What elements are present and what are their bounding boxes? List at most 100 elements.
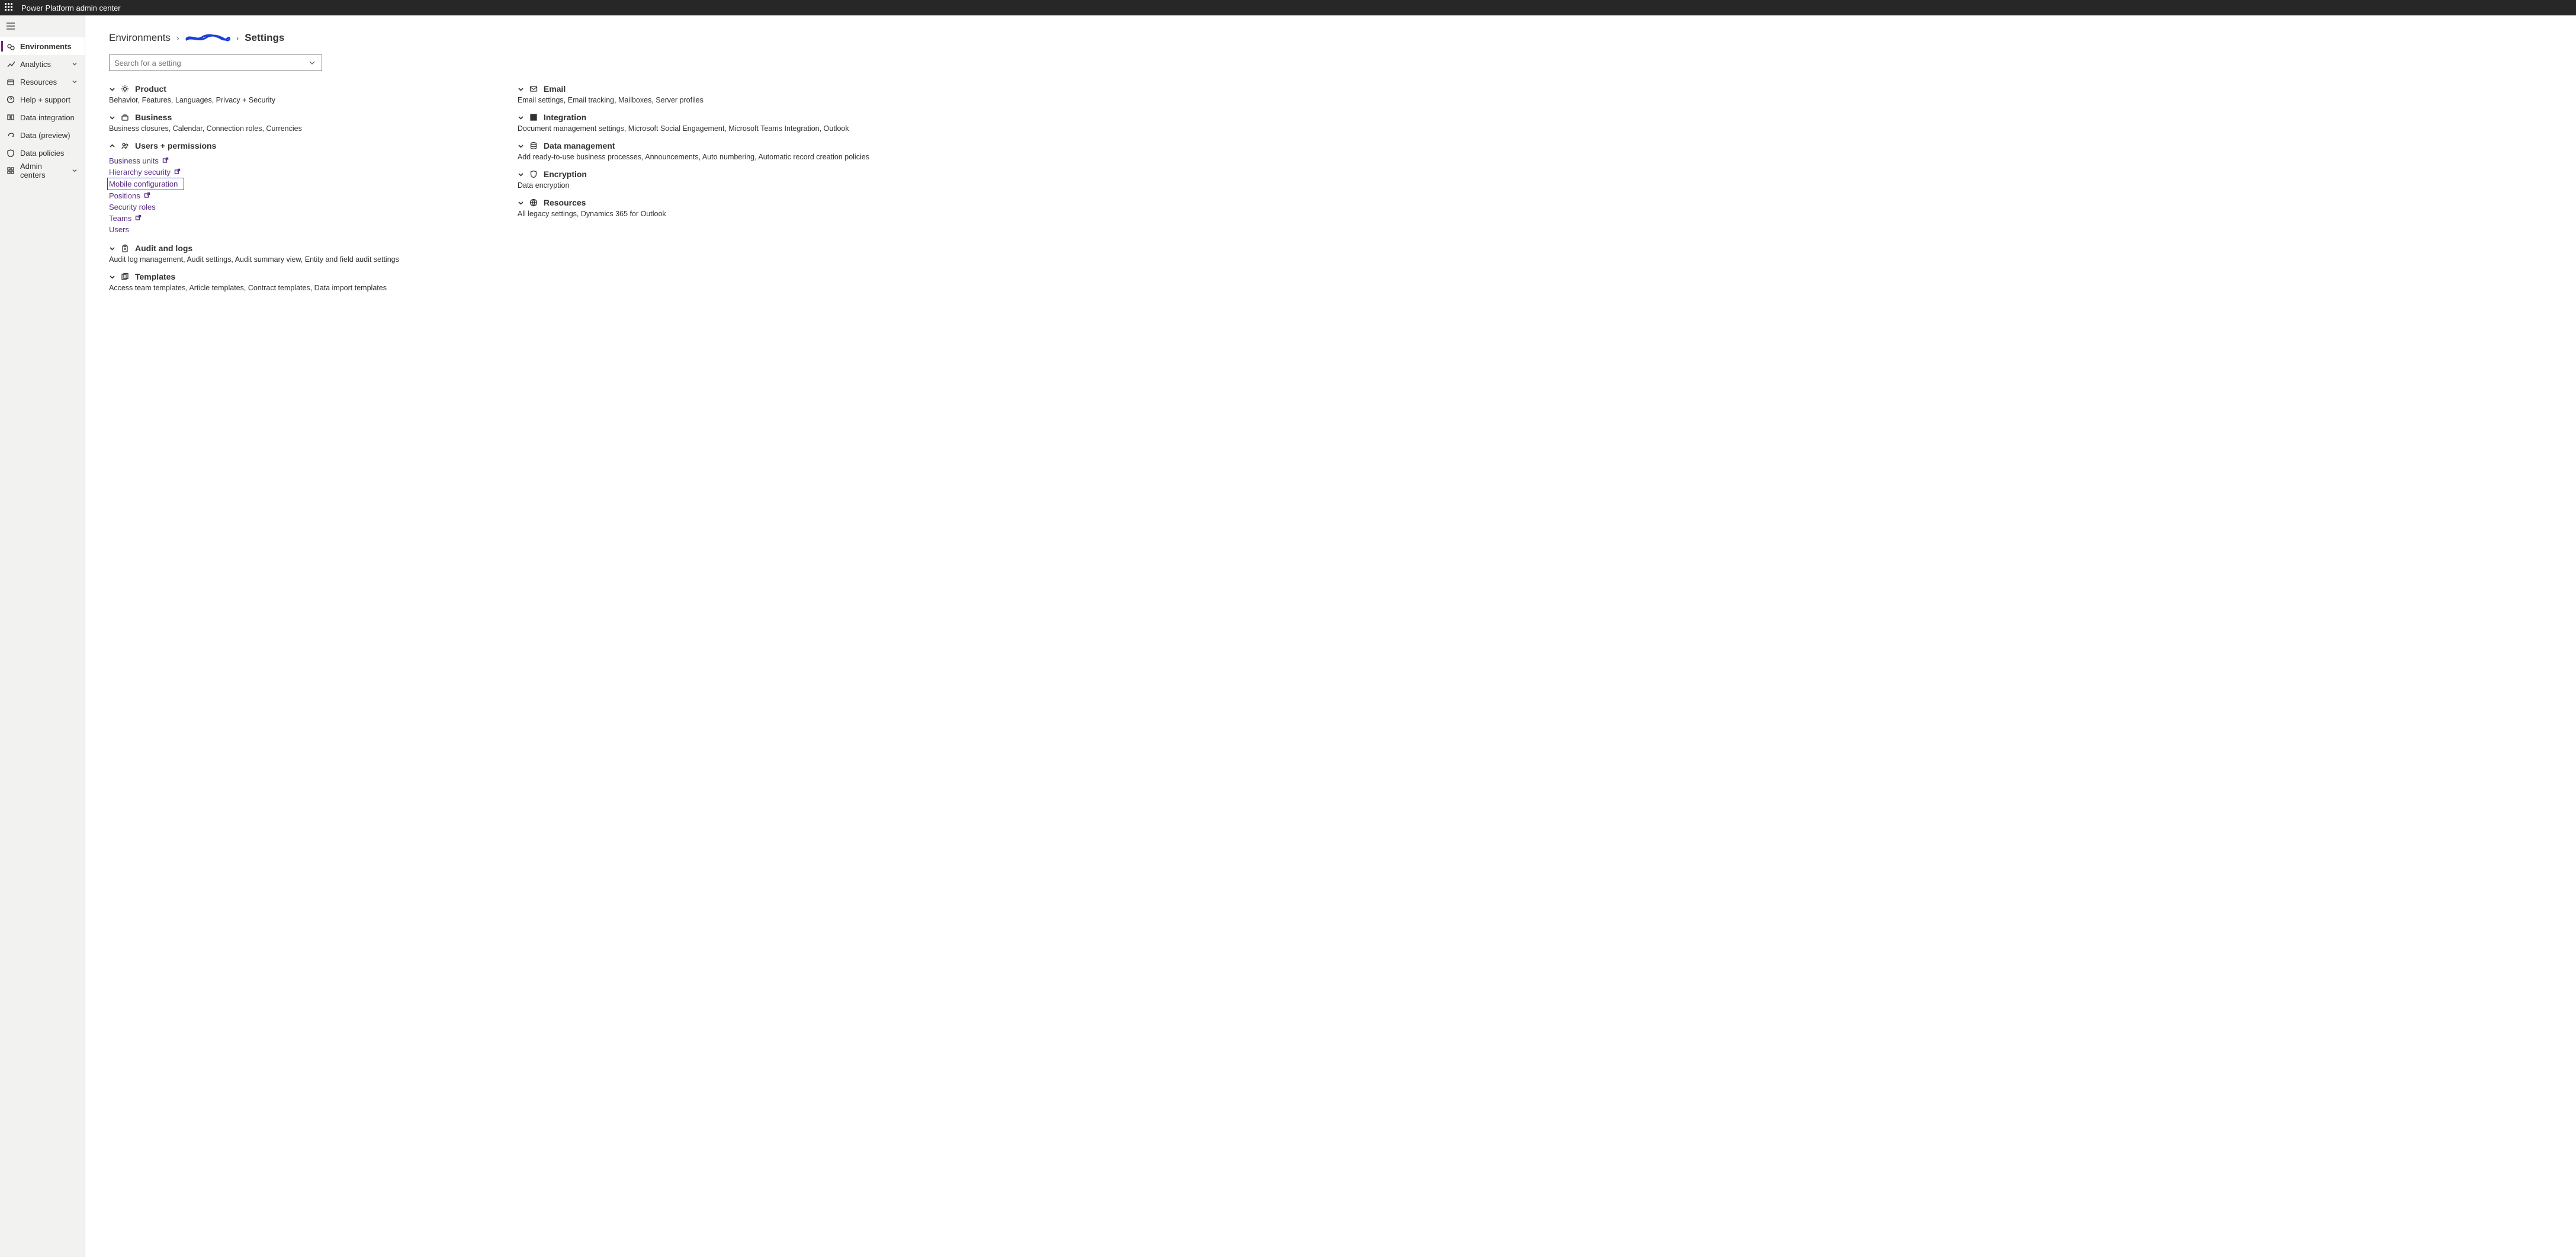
group-title: Email <box>544 84 566 94</box>
chevron-down-icon <box>72 61 79 67</box>
link-label: Positions <box>109 191 140 200</box>
open-external-icon <box>144 191 150 200</box>
chevron-right-icon: › <box>176 33 179 43</box>
policies-icon <box>6 148 15 158</box>
group-header[interactable]: Email <box>518 84 869 94</box>
group-header[interactable]: Resources <box>518 198 869 207</box>
nav-item-admin-centers[interactable]: Admin centers <box>0 162 85 179</box>
nav-label: Environments <box>20 42 79 51</box>
settings-group-email: Email Email settings, Email tracking, Ma… <box>518 84 869 104</box>
group-title: Encryption <box>544 169 587 179</box>
setting-link-teams[interactable]: Teams <box>109 213 142 224</box>
datapreview-icon <box>6 130 15 140</box>
nav-label: Help + support <box>20 95 79 104</box>
group-description: Add ready-to-use business processes, Ann… <box>518 153 869 161</box>
group-header[interactable]: Business <box>109 113 399 122</box>
settings-group-data-management: Data management Add ready-to-use busines… <box>518 141 869 161</box>
global-topbar: Power Platform admin center <box>0 0 2576 15</box>
group-sublinks: Business units Hierarchy security Mobile… <box>109 155 399 235</box>
chevron-down-icon[interactable] <box>309 59 317 66</box>
nav-collapse-button[interactable] <box>0 19 85 37</box>
breadcrumb-environment-redacted[interactable] <box>185 33 230 43</box>
nav-item-data-integration[interactable]: Data integration <box>0 108 85 126</box>
analytics-icon <box>6 59 15 69</box>
settings-group-templates: Templates Access team templates, Article… <box>109 272 399 292</box>
group-header[interactable]: Integration <box>518 113 869 122</box>
nav-item-environments[interactable]: Environments <box>0 37 85 55</box>
open-external-icon <box>162 156 169 165</box>
chevron-down-icon <box>72 168 79 174</box>
group-title: Resources <box>544 198 586 207</box>
link-label: Security roles <box>109 203 156 211</box>
link-label: Business units <box>109 156 159 165</box>
settings-group-users-permissions: Users + permissions Business units Hiera… <box>109 141 399 235</box>
help-icon <box>6 95 15 104</box>
breadcrumb-current: Settings <box>245 32 284 44</box>
chevron-right-icon: › <box>236 33 239 43</box>
group-title: Templates <box>135 272 175 281</box>
setting-link-positions[interactable]: Positions <box>109 190 150 201</box>
chevron-down-icon <box>518 143 525 149</box>
group-header[interactable]: Templates <box>109 272 399 281</box>
group-header[interactable]: Audit and logs <box>109 243 399 253</box>
nav-item-help-support[interactable]: Help + support <box>0 91 85 108</box>
settings-search[interactable] <box>109 54 322 71</box>
settings-group-resources: Resources All legacy settings, Dynamics … <box>518 198 869 218</box>
settings-group-product: Product Behavior, Features, Languages, P… <box>109 84 399 104</box>
people-icon <box>121 142 130 150</box>
group-description: Document management settings, Microsoft … <box>518 124 869 133</box>
templates-icon <box>121 272 130 281</box>
group-title: Data management <box>544 141 615 150</box>
database-icon <box>529 142 539 150</box>
settings-group-business: Business Business closures, Calendar, Co… <box>109 113 399 133</box>
nav-item-data-preview-[interactable]: Data (preview) <box>0 126 85 144</box>
settings-column-left: Product Behavior, Features, Languages, P… <box>109 84 399 300</box>
group-description: Data encryption <box>518 181 869 190</box>
app-title: Power Platform admin center <box>21 4 121 12</box>
setting-link-hierarchy-security[interactable]: Hierarchy security <box>109 166 181 178</box>
group-title: Audit and logs <box>135 243 192 253</box>
group-title: Integration <box>544 113 586 122</box>
shield-icon <box>529 170 539 178</box>
group-header[interactable]: Product <box>109 84 399 94</box>
open-external-icon <box>174 168 181 177</box>
setting-link-business-units[interactable]: Business units <box>109 155 169 166</box>
chevron-down-icon <box>518 114 525 121</box>
group-description: Business closures, Calendar, Connection … <box>109 124 399 133</box>
group-title: Business <box>135 113 172 122</box>
group-header[interactable]: Encryption <box>518 169 869 179</box>
main-content: Environments › › Settings Product Behavi… <box>85 15 2576 1257</box>
group-header[interactable]: Users + permissions <box>109 141 399 150</box>
setting-link-mobile-configuration[interactable]: Mobile configuration <box>107 178 184 190</box>
link-label: Hierarchy security <box>109 168 171 177</box>
breadcrumb-root[interactable]: Environments <box>109 32 171 44</box>
link-label: Users <box>109 225 129 234</box>
group-description: Email settings, Email tracking, Mailboxe… <box>518 96 869 104</box>
settings-group-integration: Integration Document management settings… <box>518 113 869 133</box>
open-external-icon <box>135 214 142 223</box>
chevron-down-icon <box>518 171 525 178</box>
waffle-icon[interactable] <box>5 3 14 12</box>
link-label: Teams <box>109 214 131 223</box>
setting-link-users[interactable]: Users <box>109 224 129 235</box>
search-input[interactable] <box>114 59 309 68</box>
nav-item-data-policies[interactable]: Data policies <box>0 144 85 162</box>
nav-item-analytics[interactable]: Analytics <box>0 55 85 73</box>
settings-group-encryption: Encryption Data encryption <box>518 169 869 190</box>
setting-link-security-roles[interactable]: Security roles <box>109 201 156 213</box>
chevron-down-icon <box>72 79 79 85</box>
mail-icon <box>529 85 539 93</box>
clipboard-icon <box>121 244 130 252</box>
chevron-down-icon <box>109 86 116 92</box>
resources-icon <box>6 77 15 86</box>
chevron-down-icon <box>518 200 525 206</box>
group-description: All legacy settings, Dynamics 365 for Ou… <box>518 210 869 218</box>
settings-column-right: Email Email settings, Email tracking, Ma… <box>518 84 869 300</box>
nav-label: Analytics <box>20 60 67 69</box>
chevron-up-icon <box>109 143 116 149</box>
group-header[interactable]: Data management <box>518 141 869 150</box>
nav-label: Data (preview) <box>20 131 79 140</box>
group-description: Audit log management, Audit settings, Au… <box>109 255 399 264</box>
nav-item-resources[interactable]: Resources <box>0 73 85 91</box>
group-title: Product <box>135 84 166 94</box>
